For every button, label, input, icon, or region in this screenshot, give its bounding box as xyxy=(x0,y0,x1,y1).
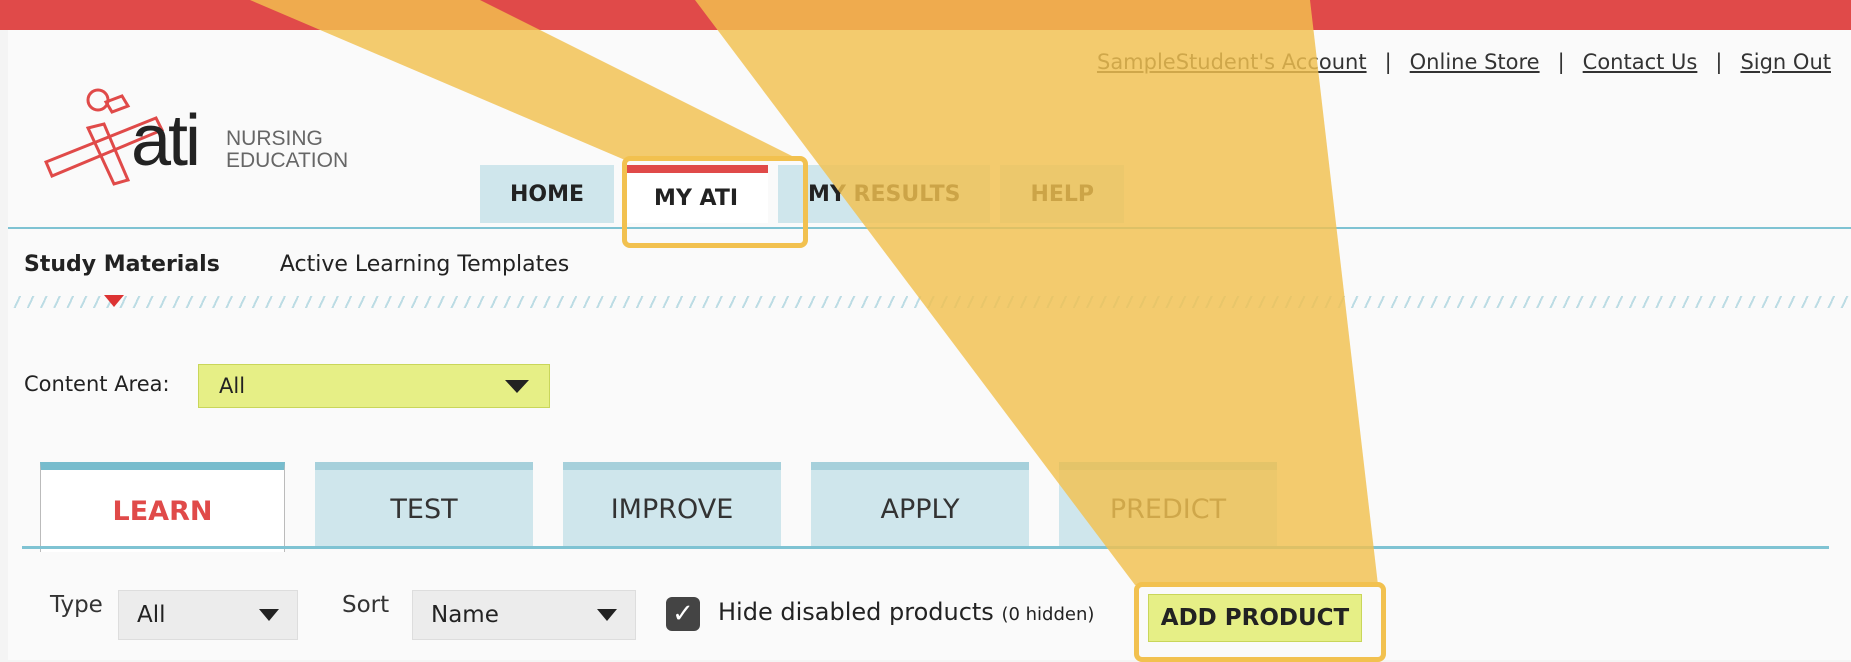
account-links: SampleStudent's Account | Online Store |… xyxy=(1097,50,1831,74)
type-select[interactable]: All xyxy=(118,590,298,640)
content-area-select[interactable]: All xyxy=(198,364,550,408)
nav-tab-home[interactable]: HOME xyxy=(480,165,615,223)
contact-us-link[interactable]: Contact Us xyxy=(1583,50,1698,74)
subnav-study-materials[interactable]: Study Materials xyxy=(24,252,220,277)
product-tabs: LEARN TEST IMPROVE APPLY PREDICT xyxy=(40,462,1277,552)
tab-learn[interactable]: LEARN xyxy=(40,462,285,552)
content-area-label: Content Area: xyxy=(24,372,170,396)
type-label: Type xyxy=(50,592,103,618)
hide-disabled-checkbox[interactable]: ✓ xyxy=(666,597,700,631)
dropdown-arrow-icon xyxy=(259,609,279,621)
link-separator: | xyxy=(1384,50,1392,74)
sign-out-link[interactable]: Sign Out xyxy=(1740,50,1831,74)
account-link[interactable]: SampleStudent's Account xyxy=(1097,50,1367,74)
tab-test[interactable]: TEST xyxy=(315,462,533,548)
dropdown-arrow-icon xyxy=(597,609,617,621)
tab-apply[interactable]: APPLY xyxy=(811,462,1029,548)
add-product-button[interactable]: ADD PRODUCT xyxy=(1148,594,1362,642)
checkmark-icon: ✓ xyxy=(672,599,694,629)
top-color-bar xyxy=(0,0,1851,30)
main-nav: HOME MY ATI MY RESULTS HELP xyxy=(480,165,1125,223)
sort-select[interactable]: Name xyxy=(412,590,636,640)
selected-caret-icon xyxy=(104,295,124,307)
tab-improve[interactable]: IMPROVE xyxy=(563,462,781,548)
online-store-link[interactable]: Online Store xyxy=(1410,50,1540,74)
subnav-active-learning-templates[interactable]: Active Learning Templates xyxy=(280,252,569,277)
logo-subtitle: NURSING EDUCATION xyxy=(226,127,349,172)
nav-tab-help[interactable]: HELP xyxy=(1000,165,1125,223)
ati-logo[interactable]: ati NURSING EDUCATION xyxy=(36,80,376,190)
nav-divider xyxy=(8,227,1851,229)
logo-wordmark: ati xyxy=(131,101,201,181)
sort-value: Name xyxy=(431,602,499,628)
dropdown-arrow-icon xyxy=(505,379,529,393)
content-area-value: All xyxy=(219,374,246,398)
tab-predict[interactable]: PREDICT xyxy=(1059,462,1277,548)
nav-tab-my-results[interactable]: MY RESULTS xyxy=(778,165,991,223)
type-value: All xyxy=(137,602,166,628)
link-separator: | xyxy=(1715,50,1723,74)
nav-tab-my-ati[interactable]: MY ATI xyxy=(624,165,769,223)
hidden-count: (0 hidden) xyxy=(1001,604,1095,625)
sort-label: Sort xyxy=(342,592,390,618)
tab-divider xyxy=(22,546,1829,549)
sub-nav: Study Materials Active Learning Template… xyxy=(24,252,569,277)
hatched-divider xyxy=(8,296,1851,308)
link-separator: | xyxy=(1557,50,1565,74)
hide-disabled-label: Hide disabled products (0 hidden) xyxy=(718,598,1095,626)
